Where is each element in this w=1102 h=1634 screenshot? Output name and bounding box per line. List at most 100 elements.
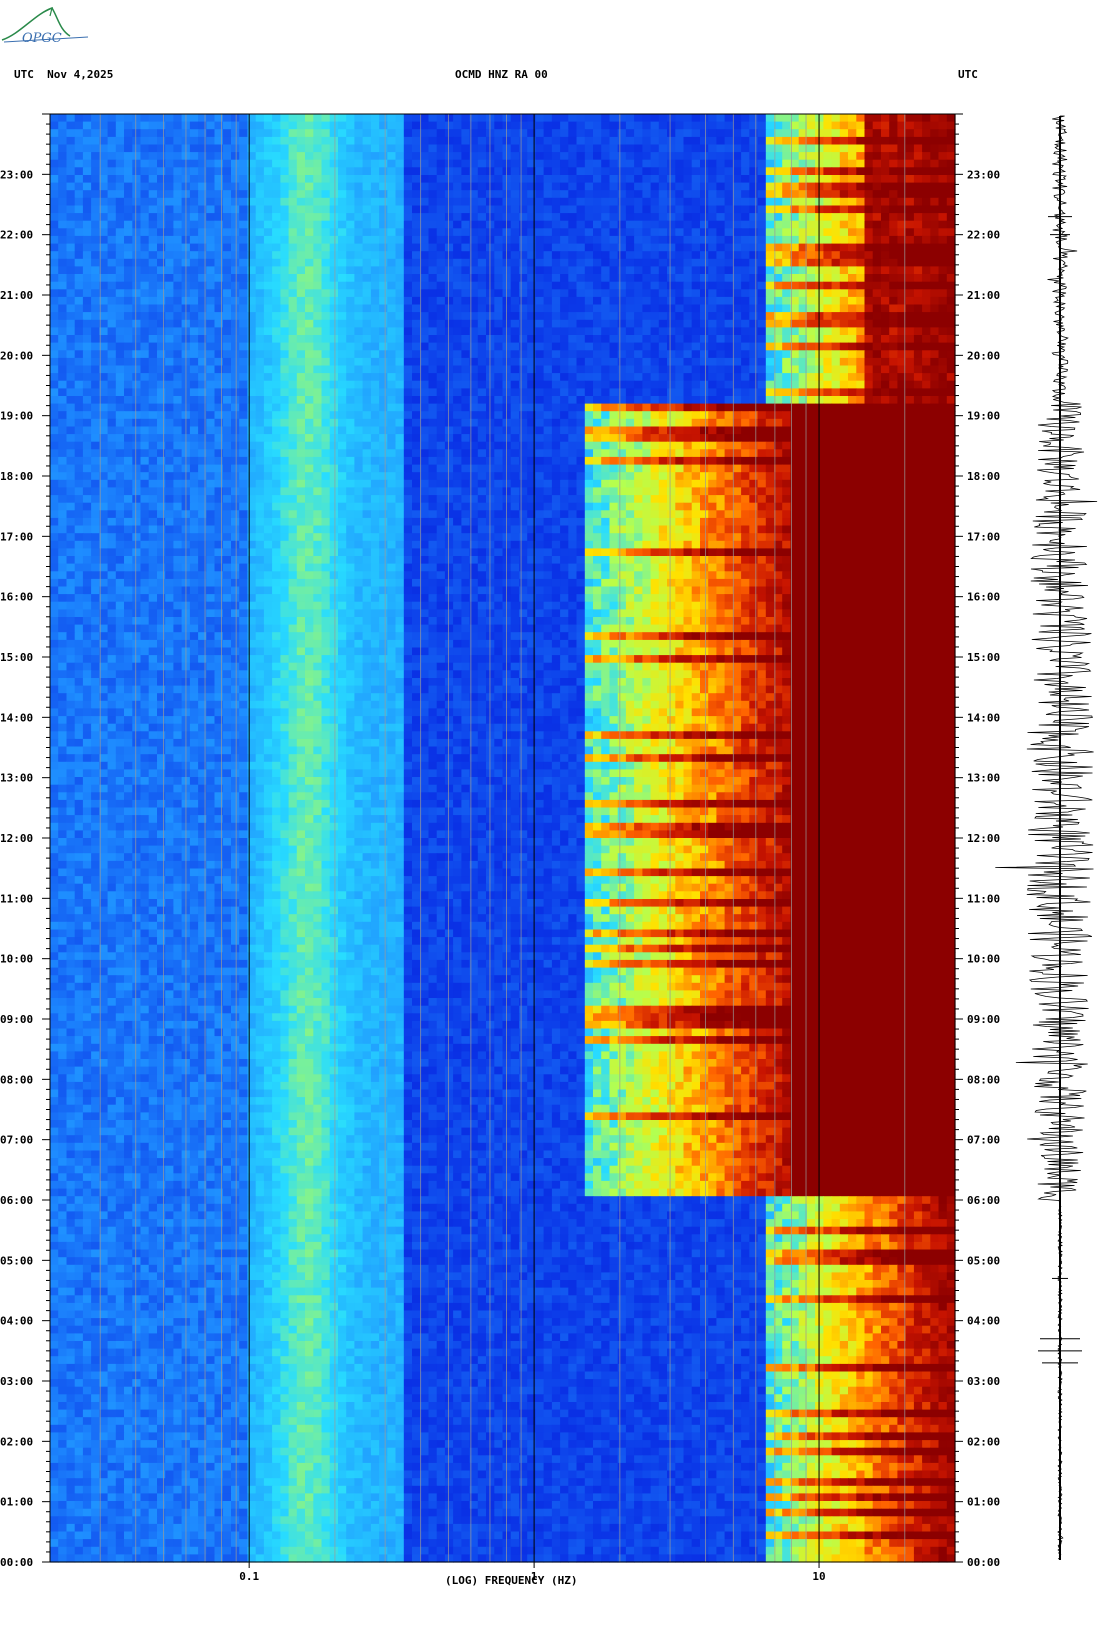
heatmap-cell <box>584 388 594 397</box>
heatmap-cell <box>403 136 413 146</box>
heatmap-cell <box>124 304 133 313</box>
heatmap-cell <box>683 114 693 123</box>
heatmap-cell <box>774 449 783 458</box>
heatmap-cell <box>757 327 767 336</box>
heatmap-cell <box>650 312 660 321</box>
heatmap-cell <box>321 434 331 443</box>
heatmap-cell <box>272 129 281 138</box>
heatmap-cell <box>165 335 174 344</box>
heatmap-cell <box>757 289 767 298</box>
heatmap-cell <box>732 152 742 161</box>
heatmap-cell <box>609 243 619 252</box>
heatmap-cell <box>296 228 306 237</box>
heatmap-cell <box>502 449 512 458</box>
heatmap-cell <box>658 144 668 153</box>
heatmap-cell <box>272 167 281 176</box>
heatmap-cell <box>231 380 240 389</box>
heatmap-cell <box>255 449 265 458</box>
heatmap-cell <box>642 380 652 389</box>
heatmap-cell <box>115 357 125 367</box>
heatmap-cell <box>444 220 454 229</box>
heatmap-cell <box>700 380 709 389</box>
heatmap-cell <box>946 434 956 443</box>
heatmap-cell <box>732 167 742 176</box>
heatmap-cell <box>675 213 685 222</box>
heatmap-cell <box>379 182 388 191</box>
heatmap-cell <box>379 213 388 222</box>
heatmap-cell <box>757 380 767 389</box>
heatmap-cell <box>535 258 545 267</box>
heatmap-cell <box>461 213 471 222</box>
heatmap-cell <box>222 296 232 306</box>
heatmap-cell <box>625 235 635 245</box>
heatmap-cell <box>535 136 545 146</box>
heatmap-cell <box>864 441 874 450</box>
heatmap-cell <box>313 449 323 458</box>
heatmap-cell <box>66 441 76 450</box>
heatmap-cell <box>749 327 759 336</box>
heatmap-cell <box>551 342 561 351</box>
heatmap-cell <box>708 304 717 313</box>
heatmap-cell <box>82 342 92 351</box>
heatmap-cell <box>584 281 594 290</box>
heatmap-cell <box>510 380 520 389</box>
heatmap-cell <box>82 228 92 237</box>
heatmap-cell <box>848 342 857 351</box>
heatmap-cell <box>864 175 874 184</box>
heatmap-cell <box>50 388 59 397</box>
heatmap-cell <box>148 274 158 283</box>
heatmap-cell <box>946 274 956 283</box>
heatmap-cell <box>765 418 775 427</box>
heatmap-cell <box>839 327 849 336</box>
heatmap-cell <box>510 373 520 382</box>
heatmap-cell <box>839 319 849 328</box>
heatmap-cell <box>806 182 816 191</box>
heatmap-cell <box>436 388 446 397</box>
heatmap-cell <box>667 197 676 206</box>
heatmap-cell <box>189 144 199 153</box>
heatmap-cell <box>370 449 380 458</box>
heatmap-cell <box>790 266 800 275</box>
heatmap-cell <box>634 365 643 374</box>
heatmap-cell <box>231 114 240 123</box>
heatmap-cell <box>617 380 627 389</box>
heatmap-cell <box>716 274 726 283</box>
heatmap-cell <box>107 289 117 298</box>
heatmap-cell <box>206 175 216 184</box>
heatmap-cell <box>642 121 652 130</box>
heatmap-cell <box>387 418 397 427</box>
heatmap-cell <box>239 152 248 161</box>
heatmap-cell <box>477 228 487 237</box>
heatmap-cell <box>708 182 717 191</box>
heatmap-cell <box>724 434 734 443</box>
heatmap-cell <box>700 289 709 298</box>
heatmap-cell <box>806 213 816 222</box>
heatmap-cell <box>576 312 586 321</box>
heatmap-cell <box>115 396 125 405</box>
heatmap-cell <box>683 121 693 130</box>
heatmap-cell <box>379 159 388 168</box>
heatmap-cell <box>732 449 742 458</box>
heatmap-cell <box>535 357 545 367</box>
heatmap-cell <box>502 312 512 321</box>
heatmap-cell <box>362 266 372 275</box>
heatmap-cell <box>930 175 940 184</box>
heatmap-cell <box>280 289 290 298</box>
heatmap-cell <box>922 274 931 283</box>
heatmap-cell <box>650 281 660 290</box>
heatmap-cell <box>74 121 84 130</box>
heatmap-cell <box>930 281 940 290</box>
heatmap-cell <box>206 327 216 336</box>
heatmap-cell <box>362 274 372 283</box>
heatmap-cell <box>708 144 717 153</box>
heatmap-cell <box>757 182 767 191</box>
heatmap-cell <box>263 388 273 397</box>
heatmap-cell <box>609 129 619 138</box>
heatmap-cell <box>831 449 841 458</box>
heatmap-cell <box>148 114 158 123</box>
heatmap-cell <box>82 434 92 443</box>
heatmap-cell <box>288 182 298 191</box>
heatmap-cell <box>551 411 561 420</box>
heatmap-cell <box>255 243 265 252</box>
heatmap-cell <box>741 175 750 184</box>
